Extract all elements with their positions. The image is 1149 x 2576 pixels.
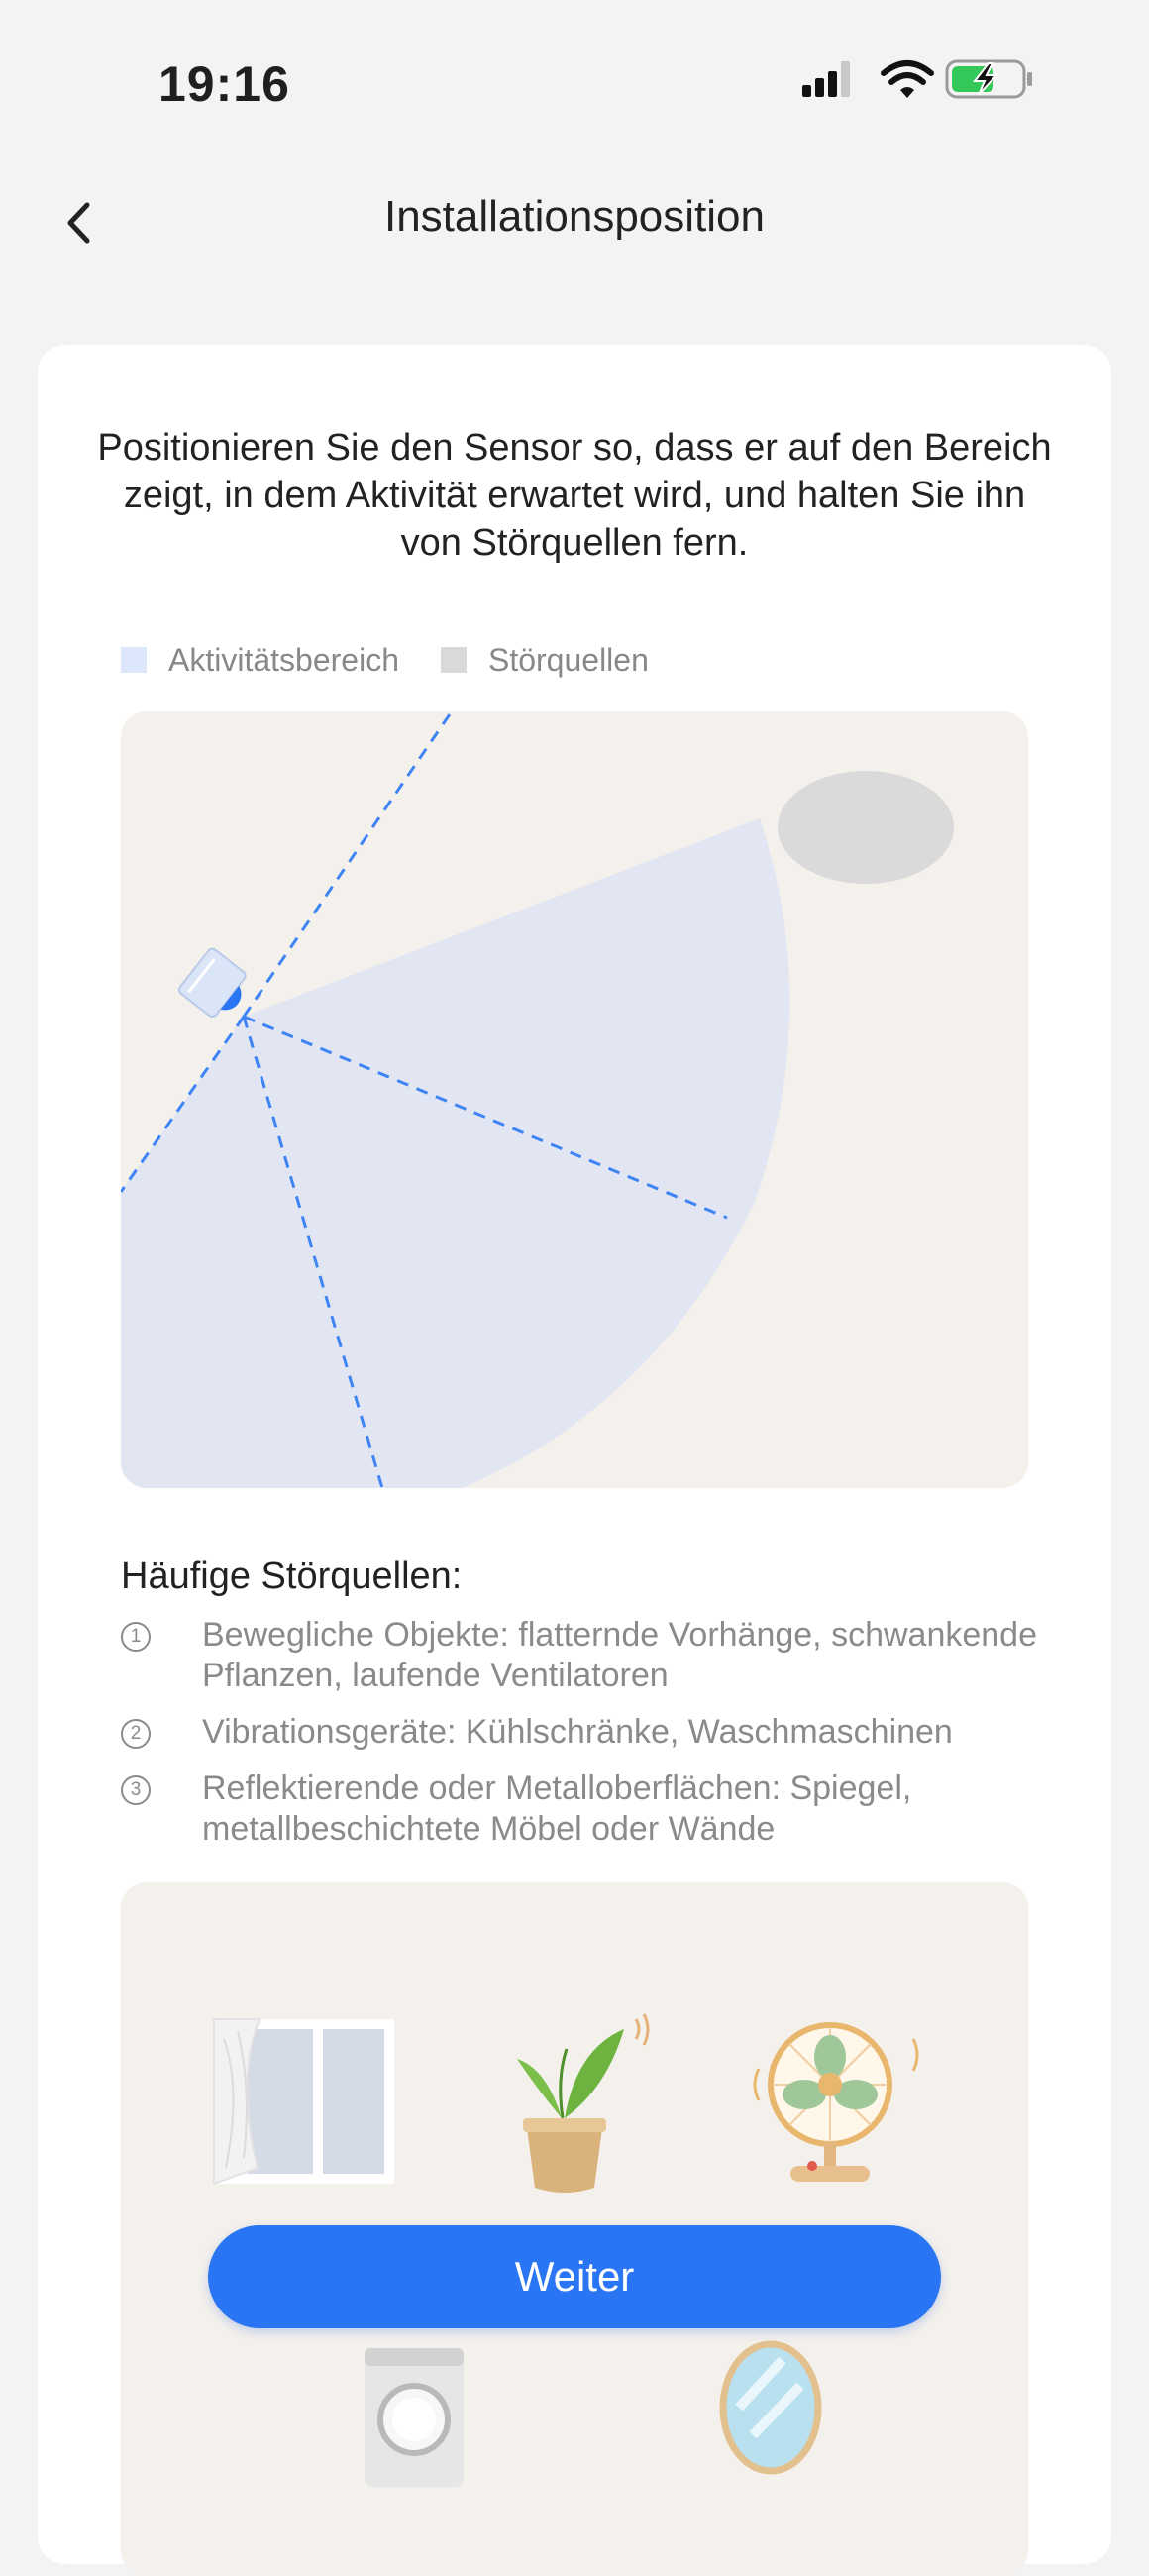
interference-source-list: 1 Bewegliche Objekte: flatternde Vorhäng… [121,1615,1042,1866]
page-title: Installationsposition [383,192,765,241]
list-item: 1 Bewegliche Objekte: flatternde Vorhäng… [121,1615,1042,1696]
number-badge: 1 [121,1622,151,1652]
washing-machine-icon [365,2348,464,2487]
legend-item-interference: Störquellen [440,641,649,679]
list-item: 3 Reflektierende oder Metalloberflächen:… [121,1769,1042,1850]
number-badge: 2 [121,1719,151,1749]
list-item-text: Bewegliche Objekte: flatternde Vorhänge,… [202,1616,1037,1694]
navigation-bar: Installationsposition [0,168,1149,277]
mirror-icon [719,2340,822,2475]
legend: Aktivitätsbereich Störquellen [121,640,690,680]
list-item-text: Vibrationsgeräte: Kühlschränke, Waschmas… [202,1713,953,1751]
common-sources-title: Häufige Störquellen: [121,1556,463,1597]
curtain-window-icon [213,2018,394,2186]
continue-button[interactable]: Weiter [208,2225,941,2328]
wifi-icon [881,60,934,98]
status-icons [802,57,1046,107]
list-item: 2 Vibrationsgeräte: Kühlschränke, Waschm… [121,1712,1042,1753]
number-badge: 3 [121,1775,151,1805]
interference-source [778,771,954,884]
intro-text: Positionieren Sie den Sensor so, dass er… [97,427,1052,564]
status-time: 19:16 [158,56,290,112]
cellular-signal-icon [802,61,850,97]
interference-swatch [440,647,467,673]
legend-item-activity-area: Aktivitätsbereich [121,642,399,679]
legend-label: Aktivitätsbereich [168,641,399,678]
fan-icon [753,2022,919,2182]
legend-label: Störquellen [487,641,649,678]
activity-area-swatch [121,647,147,673]
coverage-diagram [121,711,1028,1488]
battery-charging-icon [945,59,1032,99]
plant-icon [517,2013,650,2193]
list-item-text: Reflektierende oder Metalloberflächen: S… [202,1770,912,1848]
status-bar: 19:16 [0,0,1149,168]
